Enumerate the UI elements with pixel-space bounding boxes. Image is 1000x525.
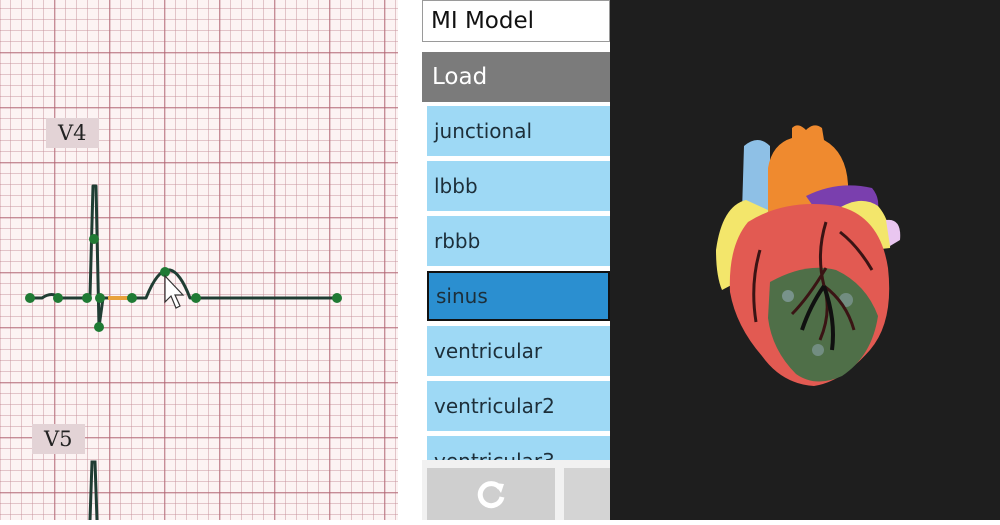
list-item-sinus[interactable]: sinus <box>427 271 610 321</box>
heart-3d-viewer[interactable] <box>610 0 1000 520</box>
refresh-button[interactable] <box>427 468 555 520</box>
ecg-trace-v5[interactable] <box>88 460 99 520</box>
ecg-trace-v4[interactable] <box>30 184 338 329</box>
list-item-rbbb[interactable]: rbbb <box>427 216 610 266</box>
ecg-control-point[interactable] <box>95 293 105 303</box>
ecg-control-point[interactable] <box>89 234 99 244</box>
load-button[interactable]: Load <box>422 52 610 102</box>
heart-model-icon[interactable] <box>610 0 1000 520</box>
ecg-control-point[interactable] <box>332 293 342 303</box>
model-panel: MI Model Load junctional lbbb rbbb sinus… <box>422 0 610 520</box>
refresh-icon <box>477 481 505 509</box>
panel-gap <box>398 0 422 520</box>
ecg-control-point[interactable] <box>25 293 35 303</box>
ecg-control-point[interactable] <box>53 293 63 303</box>
ecg-grid-panel[interactable]: V4 V5 <box>0 0 398 520</box>
ecg-control-point[interactable] <box>94 322 104 332</box>
list-item-ventricular2[interactable]: ventricular2 <box>427 381 610 431</box>
ecg-control-point[interactable] <box>82 293 92 303</box>
list-item-ventricular[interactable]: ventricular <box>427 326 610 376</box>
secondary-button[interactable] <box>564 468 610 520</box>
list-item-junctional[interactable]: junctional <box>427 106 610 156</box>
rhythm-list[interactable]: junctional lbbb rbbb sinus ventricular v… <box>422 102 610 460</box>
list-footer <box>422 460 610 520</box>
list-item-ventricular3[interactable]: ventricular3 <box>427 436 610 460</box>
infarct-spot <box>782 290 794 302</box>
ecg-control-point[interactable] <box>191 293 201 303</box>
model-dropdown[interactable]: MI Model <box>422 0 610 42</box>
list-item-lbbb[interactable]: lbbb <box>427 161 610 211</box>
infarct-spot <box>812 344 824 356</box>
ecg-control-point[interactable] <box>127 293 137 303</box>
ecg-traces[interactable] <box>0 0 398 520</box>
